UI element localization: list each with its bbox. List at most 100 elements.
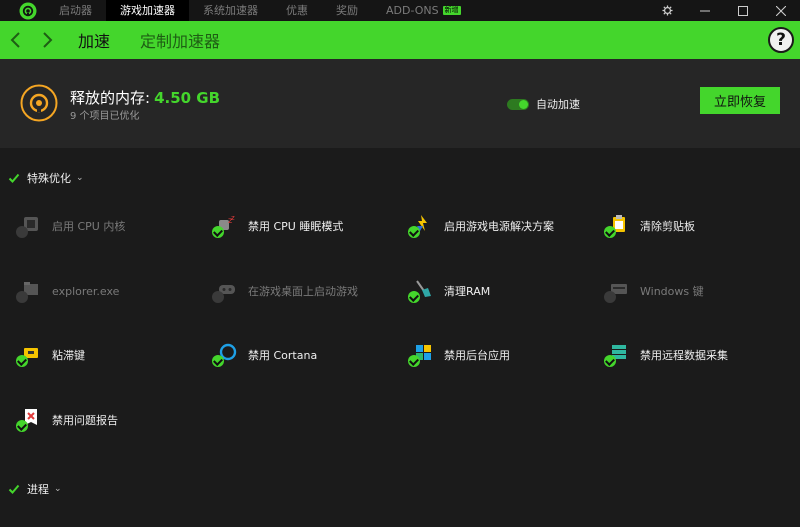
telemetry-icon bbox=[604, 342, 632, 368]
option-label: 在游戏桌面上启动游戏 bbox=[248, 285, 358, 298]
status-indicator bbox=[16, 291, 28, 303]
section-processes[interactable]: 进程 ⌄ bbox=[8, 481, 62, 497]
restore-now-button[interactable]: 立即恢复 bbox=[700, 87, 780, 114]
check-icon bbox=[8, 484, 20, 494]
back-arrow-icon[interactable] bbox=[7, 31, 25, 49]
boost-summary-panel: 释放的内存: 4.50 GB 9 个项目已优化 自动加速 立即恢复 bbox=[0, 59, 800, 148]
memory-freed-text: 释放的内存: bbox=[70, 89, 151, 107]
option-label: 禁用 Cortana bbox=[248, 349, 318, 362]
status-indicator bbox=[16, 420, 28, 432]
option-label: 启用游戏电源解决方案 bbox=[444, 220, 554, 233]
tab-label: 启动器 bbox=[59, 4, 92, 17]
opt-clear-clipboard[interactable]: 清除剪贴板 bbox=[604, 213, 796, 239]
opt-disable-background-apps[interactable]: 禁用后台应用 bbox=[408, 342, 600, 368]
status-indicator bbox=[604, 291, 616, 303]
opt-enable-cpu-cores[interactable]: 启用 CPU 内核 bbox=[16, 213, 208, 239]
status-indicator bbox=[212, 355, 224, 367]
option-label: 清除剪贴板 bbox=[640, 220, 695, 233]
new-badge: 新增 bbox=[442, 6, 461, 15]
status-indicator bbox=[16, 226, 28, 238]
nav-tab-boost[interactable]: 加速 bbox=[78, 28, 110, 52]
tab-game-booster[interactable]: 游戏加速器 bbox=[106, 0, 189, 21]
opt-windows-key[interactable]: Windows 键 bbox=[604, 278, 796, 304]
clipboard-icon bbox=[604, 213, 632, 239]
option-label: 禁用后台应用 bbox=[444, 349, 510, 362]
option-label: 禁用问题报告 bbox=[52, 414, 118, 427]
close-button[interactable] bbox=[762, 0, 800, 21]
auto-boost-label: 自动加速 bbox=[536, 98, 580, 111]
close-icon bbox=[776, 5, 786, 16]
section-label: 特殊优化 bbox=[27, 172, 71, 185]
power-plan-icon bbox=[408, 213, 436, 239]
cpu-sleep-icon: zz bbox=[212, 213, 240, 239]
maximize-button[interactable] bbox=[724, 0, 762, 21]
gamepad-icon bbox=[212, 278, 240, 304]
status-indicator bbox=[16, 355, 28, 367]
error-report-icon bbox=[16, 407, 44, 433]
section-label: 进程 bbox=[27, 483, 49, 496]
opt-sticky-keys[interactable]: 粘滞键 bbox=[16, 342, 208, 368]
cortex-logo-icon bbox=[19, 2, 37, 19]
tab-label: 优惠 bbox=[286, 4, 308, 17]
sticky-keys-icon bbox=[16, 342, 44, 368]
opt-disable-cpu-sleep[interactable]: zz 禁用 CPU 睡眠模式 bbox=[212, 213, 404, 239]
tab-label: 系统加速器 bbox=[203, 4, 258, 17]
opt-disable-cortana[interactable]: 禁用 Cortana bbox=[212, 342, 404, 368]
option-label: 禁用 CPU 睡眠模式 bbox=[248, 220, 344, 233]
opt-enable-game-power-plan[interactable]: 启用游戏电源解决方案 bbox=[408, 213, 600, 239]
explorer-icon bbox=[16, 278, 44, 304]
option-label: 启用 CPU 内核 bbox=[52, 220, 126, 233]
status-indicator bbox=[212, 291, 224, 303]
boost-icon bbox=[20, 84, 58, 122]
option-label: explorer.exe bbox=[52, 284, 120, 298]
gear-icon bbox=[661, 5, 673, 16]
opt-launch-on-game-desktop[interactable]: 在游戏桌面上启动游戏 bbox=[212, 278, 404, 304]
top-tabs: 启动器 游戏加速器 系统加速器 优惠 奖励 ADD-ONS 新增 bbox=[45, 0, 475, 21]
minimize-icon bbox=[700, 10, 710, 11]
auto-boost-toggle[interactable]: 自动加速 bbox=[507, 96, 580, 112]
option-label: 清理RAM bbox=[444, 285, 491, 298]
option-label: 禁用远程数据采集 bbox=[640, 349, 728, 362]
chevron-down-icon: ⌄ bbox=[76, 173, 84, 183]
chevron-down-icon: ⌄ bbox=[54, 484, 62, 494]
opt-clean-ram[interactable]: 清理RAM bbox=[408, 278, 600, 304]
title-bar: 启动器 游戏加速器 系统加速器 优惠 奖励 ADD-ONS 新增 bbox=[0, 0, 800, 21]
opt-explorer-exe[interactable]: explorer.exe bbox=[16, 278, 208, 304]
cortana-icon bbox=[212, 342, 240, 368]
tab-label: 奖励 bbox=[336, 4, 358, 17]
keyboard-icon bbox=[604, 278, 632, 304]
opt-disable-error-reporting[interactable]: 禁用问题报告 bbox=[16, 407, 208, 433]
status-indicator bbox=[408, 355, 420, 367]
option-label: 粘滞键 bbox=[52, 349, 85, 362]
tab-launcher[interactable]: 启动器 bbox=[45, 0, 106, 21]
check-icon bbox=[8, 173, 20, 183]
memory-freed-value: 4.50 GB bbox=[154, 89, 221, 107]
tab-deals[interactable]: 优惠 bbox=[272, 0, 322, 21]
broom-icon bbox=[408, 278, 436, 304]
opt-disable-telemetry[interactable]: 禁用远程数据采集 bbox=[604, 342, 796, 368]
memory-freed-label: 释放的内存: 4.50 GB bbox=[70, 87, 220, 108]
window-controls bbox=[648, 0, 800, 21]
minimize-button[interactable] bbox=[686, 0, 724, 21]
tab-system-booster[interactable]: 系统加速器 bbox=[189, 0, 272, 21]
section-special-optimizations[interactable]: 特殊优化 ⌄ bbox=[8, 170, 84, 186]
items-optimized-text: 9 个项目已优化 bbox=[70, 111, 140, 122]
nav-bar: 加速 定制加速器 ? bbox=[0, 21, 800, 59]
forward-arrow-icon[interactable] bbox=[38, 31, 56, 49]
tab-label: 游戏加速器 bbox=[120, 4, 175, 17]
settings-button[interactable] bbox=[648, 0, 686, 21]
cpu-core-icon bbox=[16, 213, 44, 239]
status-indicator bbox=[408, 226, 420, 238]
tab-label: ADD-ONS bbox=[386, 4, 439, 17]
background-apps-icon bbox=[408, 342, 436, 368]
status-indicator bbox=[604, 226, 616, 238]
toggle-switch[interactable] bbox=[507, 98, 529, 110]
nav-tab-custom-booster[interactable]: 定制加速器 bbox=[140, 28, 220, 52]
status-indicator bbox=[212, 226, 224, 238]
svg-text:z: z bbox=[231, 214, 235, 222]
tab-add-ons[interactable]: ADD-ONS 新增 bbox=[372, 0, 475, 21]
help-button[interactable]: ? bbox=[768, 27, 794, 53]
maximize-icon bbox=[738, 5, 748, 16]
option-label: Windows 键 bbox=[640, 285, 704, 298]
tab-rewards[interactable]: 奖励 bbox=[322, 0, 372, 21]
